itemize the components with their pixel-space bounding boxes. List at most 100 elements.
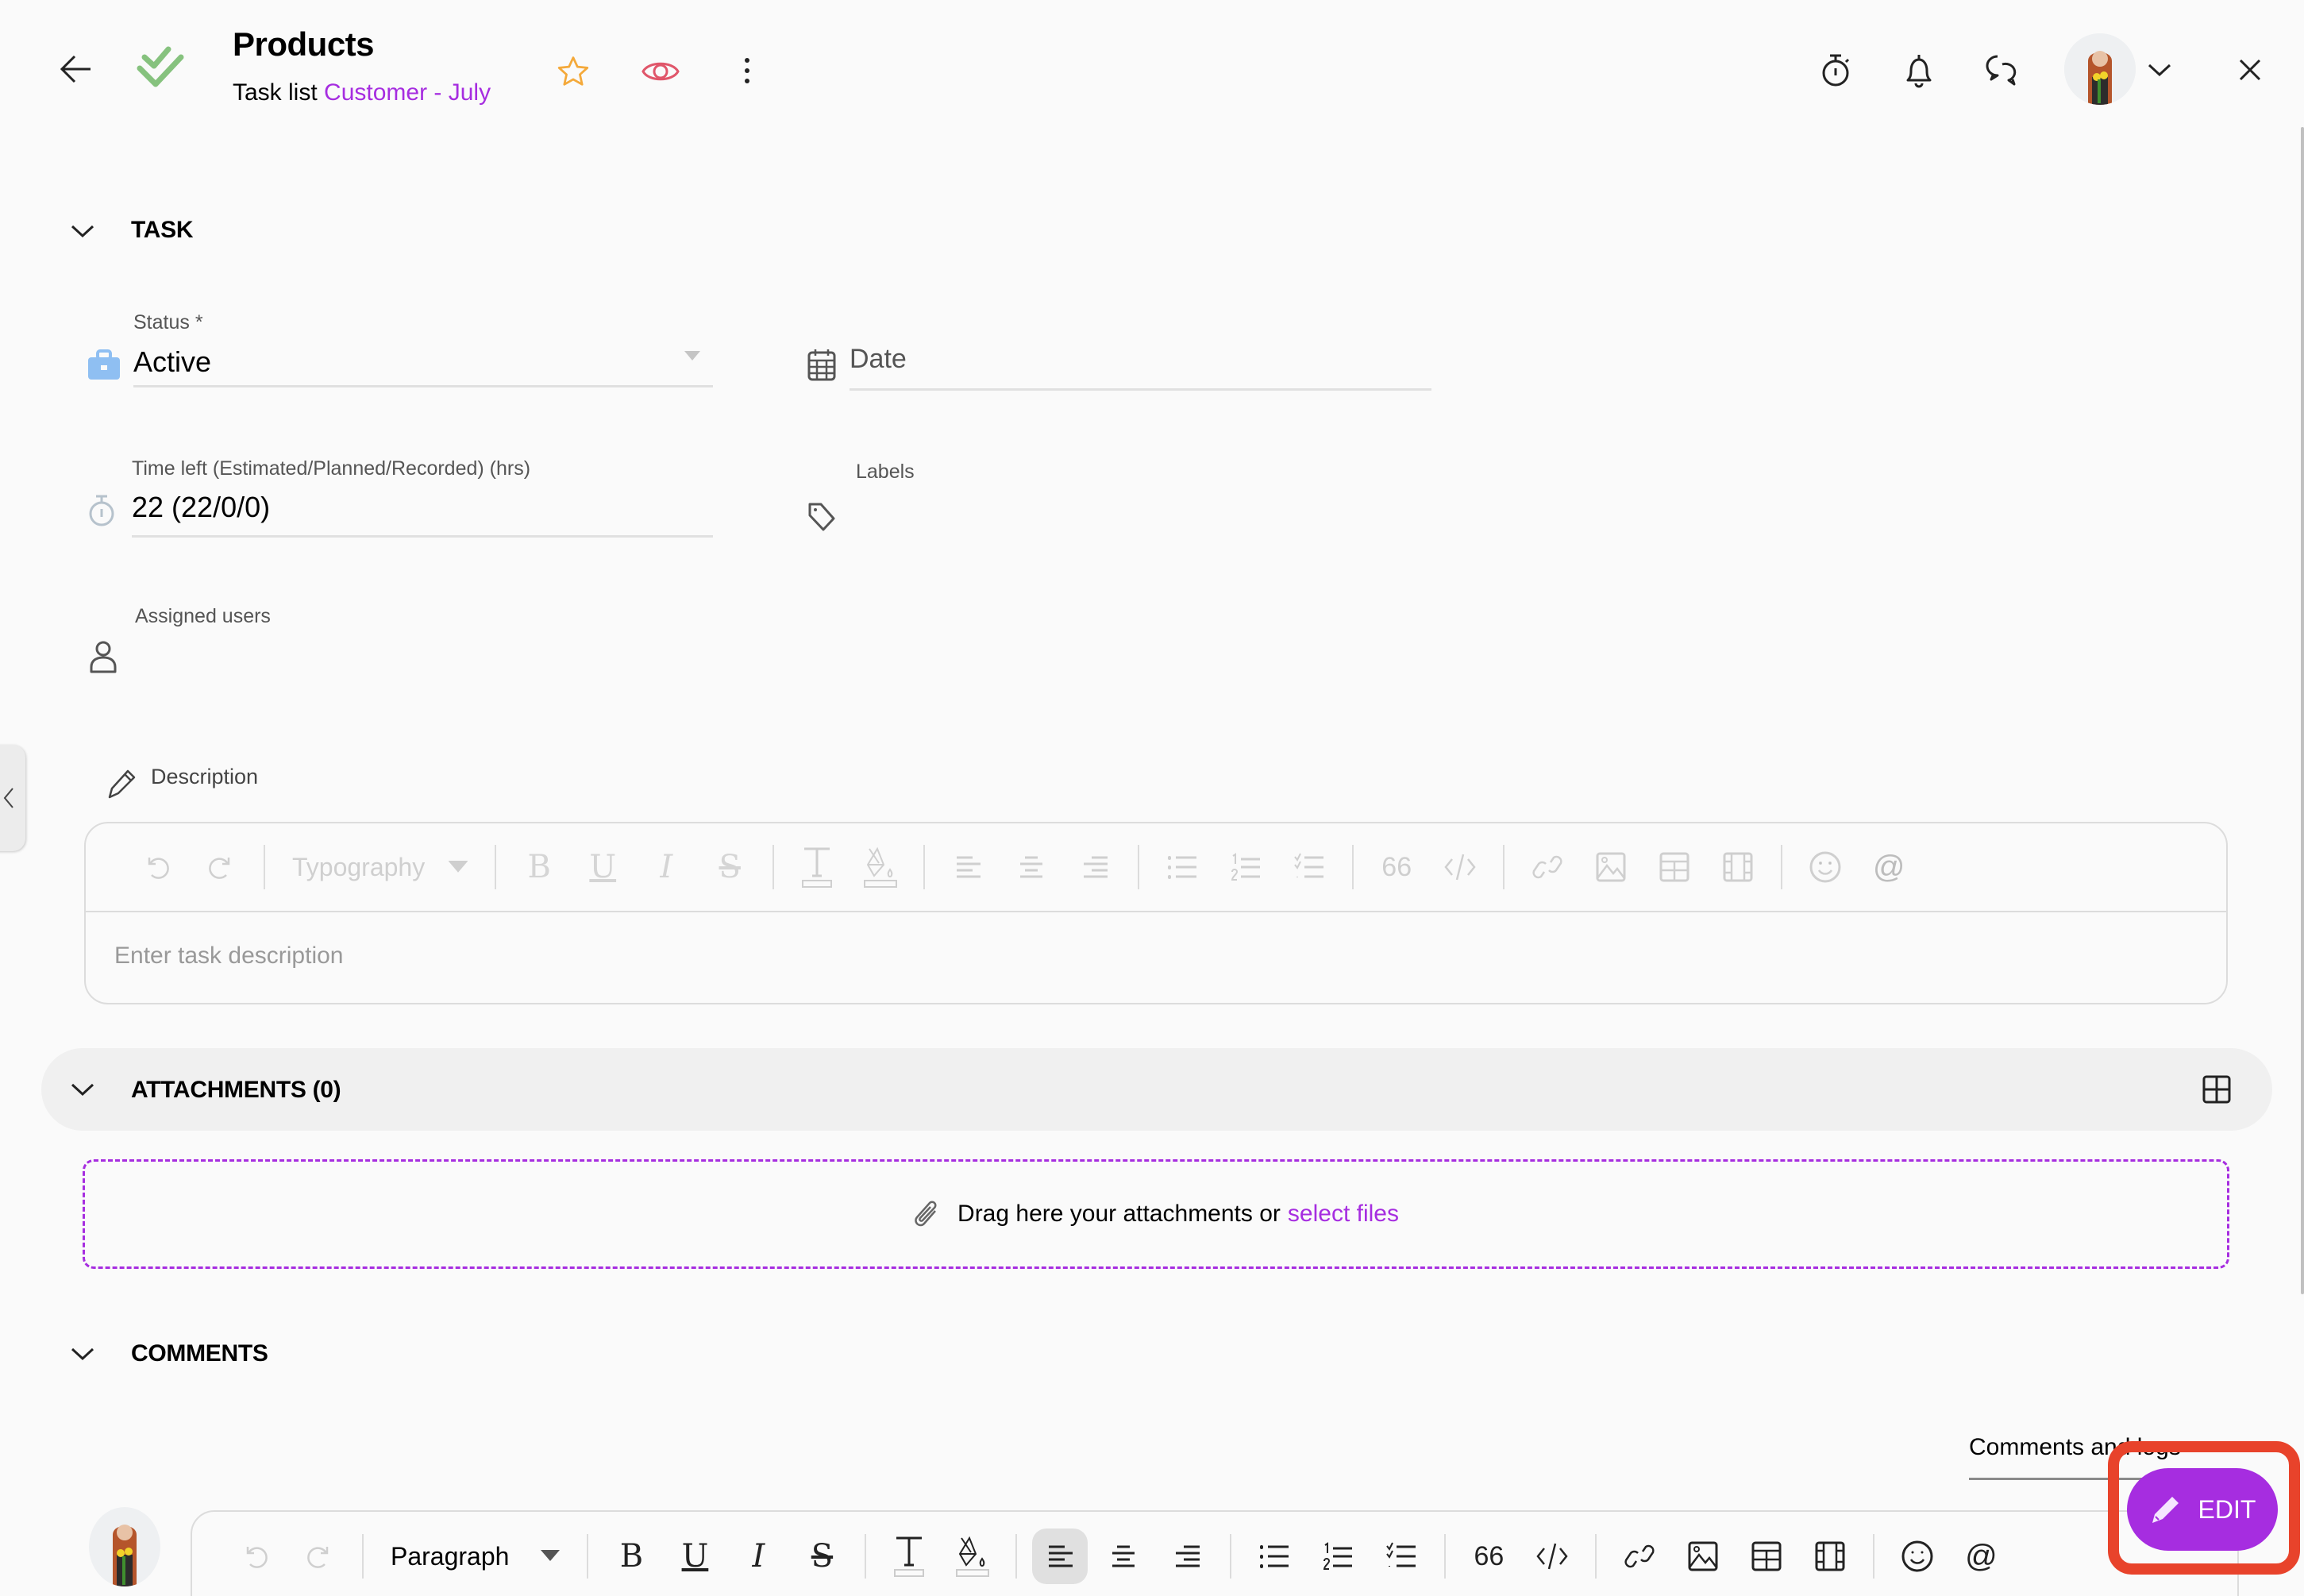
close-button[interactable] — [2234, 54, 2266, 86]
redo-button[interactable] — [287, 1525, 351, 1588]
strikethrough-button[interactable]: S — [698, 835, 761, 899]
bullet-list-button[interactable] — [1243, 1525, 1306, 1588]
description-input[interactable]: Enter task description — [86, 914, 2226, 1003]
image-button[interactable] — [1671, 1525, 1735, 1588]
assigned-users-input[interactable] — [135, 635, 715, 683]
redo-button[interactable] — [189, 835, 252, 899]
time-left-label: Time left (Estimated/Planned/Recorded) (… — [132, 457, 531, 480]
task-section-title: TASK — [131, 217, 194, 243]
checklist-icon — [1294, 853, 1324, 878]
numbered-list-icon — [1323, 1542, 1353, 1570]
emoji-button[interactable] — [1793, 835, 1857, 899]
user-menu-toggle[interactable] — [2144, 56, 2175, 84]
numbered-list-button[interactable] — [1306, 1525, 1370, 1588]
toolbar-separator — [264, 845, 265, 889]
table-button[interactable] — [1735, 1525, 1798, 1588]
paragraph-select[interactable]: Paragraph — [375, 1525, 576, 1588]
edit-button[interactable]: EDIT — [2127, 1468, 2278, 1551]
back-button[interactable] — [54, 49, 98, 89]
bold-button[interactable]: B — [599, 1525, 663, 1588]
task-collapse-toggle[interactable] — [67, 219, 98, 243]
labels-input[interactable] — [856, 492, 1431, 540]
chat-icon — [1986, 55, 2017, 86]
text-color-button[interactable] — [785, 835, 849, 899]
avatar — [2064, 33, 2136, 105]
checklist-button[interactable] — [1370, 1525, 1433, 1588]
toolbar-separator — [1138, 845, 1140, 889]
attachments-collapse-toggle[interactable] — [67, 1077, 98, 1101]
select-files-link[interactable]: select files — [1288, 1201, 1399, 1228]
status-icon — [88, 349, 120, 380]
side-panel-toggle[interactable] — [0, 745, 25, 851]
bullet-list-button[interactable] — [1150, 835, 1214, 899]
underline-icon: U — [681, 1538, 709, 1575]
pencil-icon — [2152, 1497, 2179, 1523]
align-center-button[interactable] — [1092, 1525, 1155, 1588]
link-button[interactable] — [1608, 1525, 1671, 1588]
video-button[interactable] — [1706, 835, 1770, 899]
watch-button[interactable] — [637, 49, 684, 94]
image-icon — [1688, 1541, 1718, 1571]
code-button[interactable] — [1428, 835, 1492, 899]
code-button[interactable] — [1520, 1525, 1584, 1588]
attachments-view-toggle[interactable] — [2199, 1072, 2234, 1107]
align-left-icon — [1049, 1545, 1073, 1567]
quote-button[interactable]: 66 — [1457, 1525, 1520, 1588]
italic-icon: I — [660, 849, 673, 885]
link-button[interactable] — [1516, 835, 1579, 899]
date-input[interactable]: Date — [850, 337, 1431, 385]
timer-button[interactable] — [1817, 48, 1856, 92]
bold-button[interactable]: B — [507, 835, 571, 899]
quote-button[interactable]: 66 — [1365, 835, 1428, 899]
undo-button[interactable] — [125, 835, 189, 899]
grid-view-icon — [2202, 1075, 2231, 1104]
mention-button[interactable]: @ — [1857, 835, 1921, 899]
italic-icon: I — [752, 1538, 765, 1575]
status-select[interactable]: Active — [133, 341, 713, 389]
align-left-button[interactable] — [936, 835, 1000, 899]
image-button[interactable] — [1579, 835, 1643, 899]
align-left-icon — [957, 856, 981, 878]
align-center-icon — [1020, 856, 1043, 878]
time-left-input[interactable]: 22 (22/0/0) — [132, 486, 713, 534]
star-icon — [557, 56, 589, 86]
align-left-button[interactable] — [1032, 1529, 1088, 1584]
user-avatar[interactable] — [2064, 33, 2136, 105]
numbered-list-icon — [1231, 853, 1261, 881]
description-label: Description — [151, 765, 259, 788]
emoji-button[interactable] — [1886, 1525, 1949, 1588]
favorite-button[interactable] — [551, 49, 595, 94]
italic-button[interactable]: I — [634, 835, 698, 899]
labels-icon-wrap — [807, 502, 836, 532]
fill-color-button[interactable] — [941, 1525, 1004, 1588]
assigned-users-label: Assigned users — [135, 605, 271, 627]
page-scrollbar[interactable] — [2301, 127, 2304, 1294]
paint-bucket-icon — [864, 846, 898, 888]
toolbar-separator — [865, 1534, 867, 1579]
align-center-button[interactable] — [1000, 835, 1063, 899]
task-list-link[interactable]: Customer - July — [324, 79, 491, 106]
checklist-button[interactable] — [1277, 835, 1341, 899]
table-button[interactable] — [1643, 835, 1706, 899]
fill-color-button[interactable] — [849, 835, 912, 899]
bullet-list-icon — [1260, 1545, 1289, 1568]
undo-icon — [246, 1547, 268, 1568]
underline-button[interactable]: U — [663, 1525, 726, 1588]
chat-button[interactable] — [1980, 48, 2025, 92]
mention-button[interactable]: @ — [1949, 1525, 2013, 1588]
align-right-button[interactable] — [1063, 835, 1127, 899]
strikethrough-button[interactable]: S — [790, 1525, 853, 1588]
underline-button[interactable]: U — [571, 835, 634, 899]
attachments-dropzone[interactable]: Drag here your attachments or select fil… — [83, 1159, 2229, 1269]
comments-collapse-toggle[interactable] — [67, 1342, 98, 1366]
more-options-button[interactable] — [735, 51, 759, 91]
video-button[interactable] — [1798, 1525, 1862, 1588]
typography-select[interactable]: Typography — [276, 835, 484, 899]
numbered-list-button[interactable] — [1214, 835, 1277, 899]
text-color-button[interactable] — [877, 1525, 941, 1588]
notifications-button[interactable] — [1899, 48, 1939, 92]
italic-button[interactable]: I — [726, 1525, 790, 1588]
align-right-button[interactable] — [1155, 1525, 1219, 1588]
undo-button[interactable] — [224, 1525, 287, 1588]
bold-icon: B — [527, 849, 551, 885]
